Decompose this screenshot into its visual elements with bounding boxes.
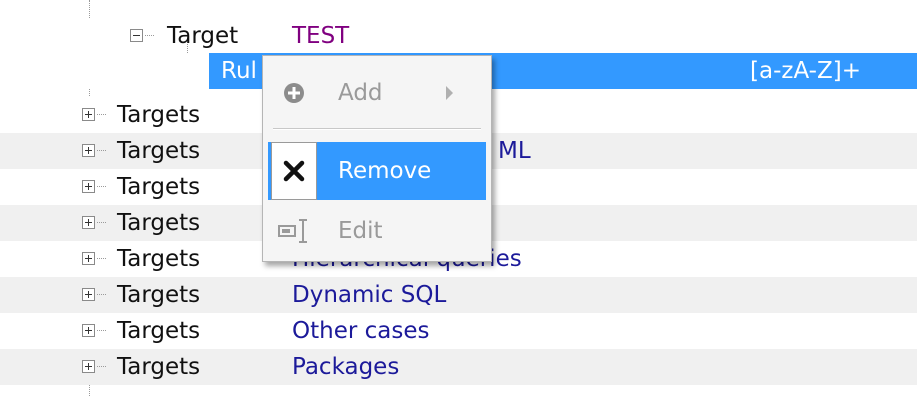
tree-connector [97, 114, 106, 115]
expand-toggle-icon[interactable] [82, 108, 95, 121]
tree-node-value: ML [498, 138, 531, 164]
tree-row-targets[interactable]: Targets Dynamic SQL [0, 277, 917, 313]
tree-row-target[interactable]: Target TEST [0, 18, 917, 54]
menu-item-label: Remove [338, 158, 432, 184]
tree-connector [145, 35, 154, 36]
expand-toggle-icon[interactable] [82, 216, 95, 229]
expand-toggle-icon[interactable] [82, 180, 95, 193]
expand-toggle-icon[interactable] [82, 144, 95, 157]
tree-row-targets[interactable]: Targets Other cases [0, 313, 917, 349]
tree-connector [97, 366, 106, 367]
expand-toggle-icon[interactable] [82, 360, 95, 373]
tree-connector [97, 258, 106, 259]
tree-node-value: Packages [292, 354, 400, 380]
tree-connector [97, 186, 106, 187]
plus-circle-icon [271, 64, 317, 122]
tree-node-label: Targets [117, 318, 201, 344]
tree-connector [97, 222, 106, 223]
menu-separator [273, 128, 481, 130]
context-menu: Add Remove Edit [262, 55, 492, 262]
submenu-arrow-icon [446, 86, 453, 100]
menu-item-remove[interactable]: Remove [268, 142, 486, 200]
tree-node-label: Targets [117, 138, 201, 164]
tree-node-label: Targets [117, 210, 201, 236]
rule-pattern: [a-zA-Z]+ [750, 58, 861, 84]
tree-node-value: TEST [292, 23, 350, 49]
menu-item-edit[interactable]: Edit [268, 202, 486, 260]
tree-connector [97, 330, 106, 331]
close-x-icon [271, 142, 317, 200]
rule-label: Rul [221, 58, 257, 84]
tree-row-partial[interactable] [0, 0, 917, 18]
tree-row-targets[interactable]: Targets Packages [0, 349, 917, 385]
tree-node-label: Targets [117, 282, 201, 308]
expand-toggle-icon[interactable] [82, 324, 95, 337]
tree-connector [97, 294, 106, 295]
tree-connector [97, 150, 106, 151]
menu-item-label: Add [338, 80, 383, 106]
menu-item-add[interactable]: Add [268, 64, 486, 122]
menu-item-label: Edit [338, 218, 383, 244]
tree-node-label: Target [167, 23, 239, 49]
tree-node-label: Targets [117, 102, 201, 128]
tree-node-value: Other cases [292, 318, 430, 344]
tree-node-label: Targets [117, 354, 201, 380]
collapse-toggle-icon[interactable] [130, 29, 143, 42]
expand-toggle-icon[interactable] [82, 252, 95, 265]
edit-cursor-icon [271, 202, 317, 260]
tree-node-label: Targets [117, 246, 201, 272]
tree-node-label: Targets [117, 174, 201, 200]
tree-node-value: Dynamic SQL [292, 282, 447, 308]
expand-toggle-icon[interactable] [82, 288, 95, 301]
